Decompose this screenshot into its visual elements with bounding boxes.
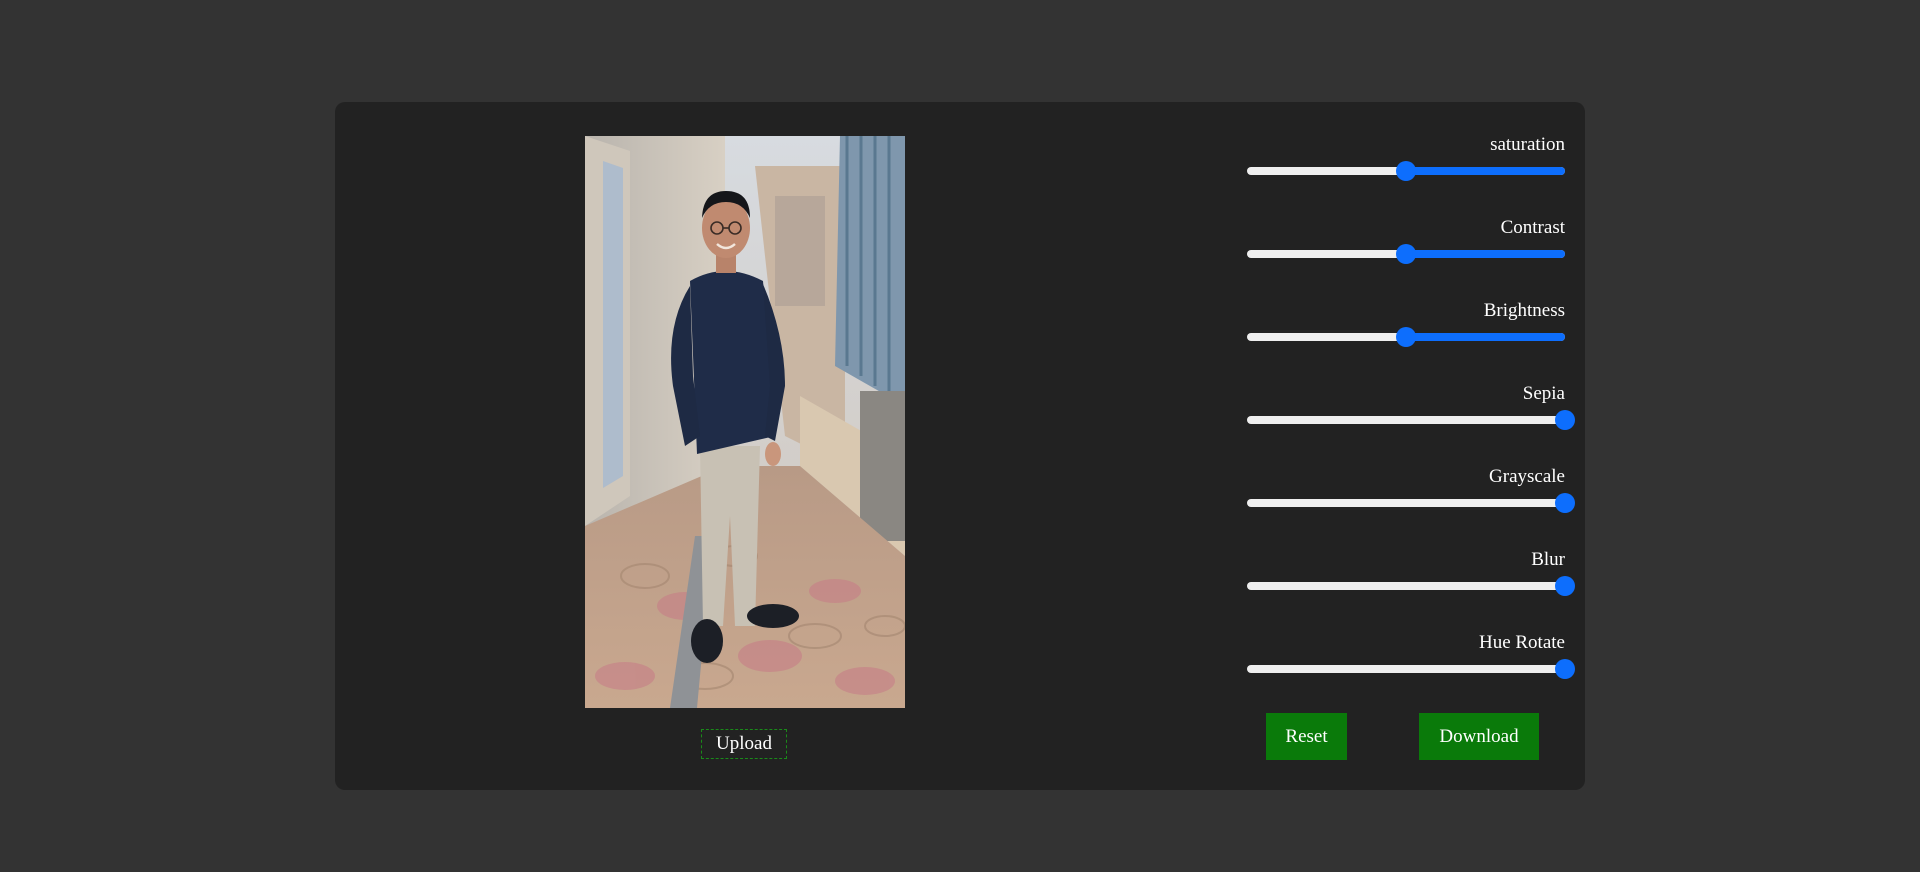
slider-contrast: Contrast (1241, 217, 1565, 277)
slider-label-blur: Blur (1531, 549, 1565, 570)
slider-label-sepia: Sepia (1522, 383, 1565, 404)
slider-thumb-saturation[interactable] (1396, 161, 1416, 181)
slider-track-hue-rotate[interactable] (1247, 659, 1575, 679)
slider-label-saturation: saturation (1490, 134, 1565, 155)
slider-track-blur[interactable] (1247, 576, 1575, 596)
slider-hue-rotate: Hue Rotate (1241, 632, 1575, 692)
slider-label-grayscale: Grayscale (1489, 466, 1565, 487)
slider-fill-contrast (1406, 250, 1565, 258)
slider-thumb-blur[interactable] (1555, 576, 1575, 596)
slider-label-hue-rotate: Hue Rotate (1478, 632, 1565, 653)
slider-track-sepia[interactable] (1247, 410, 1575, 430)
photo-image (585, 136, 905, 708)
photo-preview (585, 136, 905, 708)
reset-button[interactable]: Reset (1266, 713, 1347, 760)
slider-label-contrast: Contrast (1500, 217, 1565, 238)
download-button[interactable]: Download (1419, 713, 1539, 760)
upload-button[interactable]: Upload (701, 729, 787, 759)
slider-fill-saturation (1406, 167, 1565, 175)
slider-thumb-grayscale[interactable] (1555, 493, 1575, 513)
slider-grayscale: Grayscale (1241, 466, 1575, 526)
editor-panel: Upload saturation Contrast Brightness Se… (335, 102, 1585, 790)
slider-thumb-sepia[interactable] (1555, 410, 1575, 430)
slider-sepia: Sepia (1241, 383, 1575, 443)
slider-track-grayscale[interactable] (1247, 493, 1575, 513)
preview-column: Upload (335, 102, 1155, 790)
slider-track-brightness[interactable] (1247, 327, 1565, 347)
slider-thumb-brightness[interactable] (1396, 327, 1416, 347)
slider-thumb-contrast[interactable] (1396, 244, 1416, 264)
slider-thumb-hue-rotate[interactable] (1555, 659, 1575, 679)
slider-fill-brightness (1406, 333, 1565, 341)
slider-brightness: Brightness (1241, 300, 1565, 360)
slider-track-saturation[interactable] (1247, 161, 1565, 181)
slider-label-brightness: Brightness (1483, 300, 1565, 321)
slider-track-contrast[interactable] (1247, 244, 1565, 264)
slider-blur: Blur (1241, 549, 1575, 609)
slider-saturation: saturation (1241, 134, 1565, 194)
